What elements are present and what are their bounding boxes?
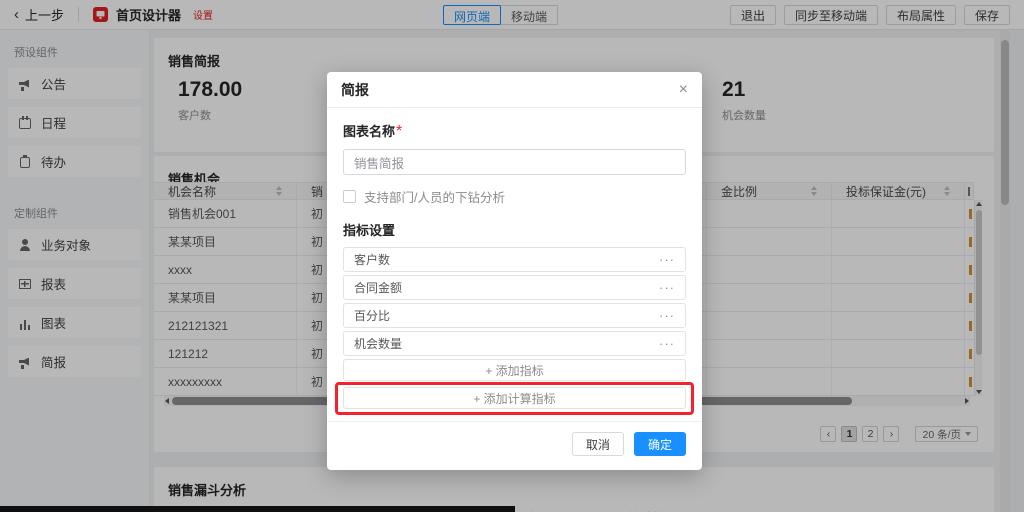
add-calc-indicator-button[interactable]: + 添加计算指标: [343, 387, 686, 409]
indicator-list: 客户数 ··· 合同金额 ··· 百分比 ··· 机会数量 ···: [343, 247, 686, 356]
drilldown-checkbox[interactable]: [343, 190, 356, 203]
drilldown-checkbox-label: 支持部门/人员的下钻分析: [364, 187, 505, 206]
required-mark: *: [396, 123, 402, 140]
indicator-label: 机会数量: [354, 335, 402, 352]
more-icon[interactable]: ···: [659, 336, 675, 351]
brief-settings-modal: 简报 × 图表名称* 销售简报 支持部门/人员的下钻分析 指标设置 客户数 ··…: [327, 72, 702, 470]
more-icon[interactable]: ···: [659, 280, 675, 295]
cancel-button[interactable]: 取消: [572, 432, 624, 456]
indicator-label: 合同金额: [354, 279, 402, 296]
modal-title: 简报: [341, 80, 369, 100]
more-icon[interactable]: ···: [659, 308, 675, 323]
indicators-section-label: 指标设置: [343, 220, 686, 239]
modal-body: 图表名称* 销售简报 支持部门/人员的下钻分析 指标设置 客户数 ··· 合同金…: [327, 108, 702, 409]
modal-footer: 取消 确定: [327, 421, 702, 470]
indicator-label: 百分比: [354, 307, 390, 324]
add-indicator-button[interactable]: + 添加指标: [343, 359, 686, 381]
confirm-button[interactable]: 确定: [634, 432, 686, 456]
close-icon[interactable]: ×: [679, 82, 688, 98]
modal-header: 简报 ×: [327, 72, 702, 108]
indicator-row[interactable]: 客户数 ···: [343, 247, 686, 272]
indicator-row[interactable]: 合同金额 ···: [343, 275, 686, 300]
homepage-designer-page: ‹ 上一步 首页设计器 设置 网页端移动端 退出同步至移动端布局属性保存 预设组…: [0, 0, 1024, 512]
indicator-row[interactable]: 百分比 ···: [343, 303, 686, 328]
indicator-row[interactable]: 机会数量 ···: [343, 331, 686, 356]
indicator-label: 客户数: [354, 251, 390, 268]
chart-name-label: 图表名称: [343, 124, 395, 139]
more-icon[interactable]: ···: [659, 252, 675, 267]
drilldown-checkbox-row: 支持部门/人员的下钻分析: [343, 187, 686, 206]
chart-name-input[interactable]: 销售简报: [343, 149, 686, 175]
add-calc-indicator-wrap: + 添加计算指标: [343, 387, 686, 409]
